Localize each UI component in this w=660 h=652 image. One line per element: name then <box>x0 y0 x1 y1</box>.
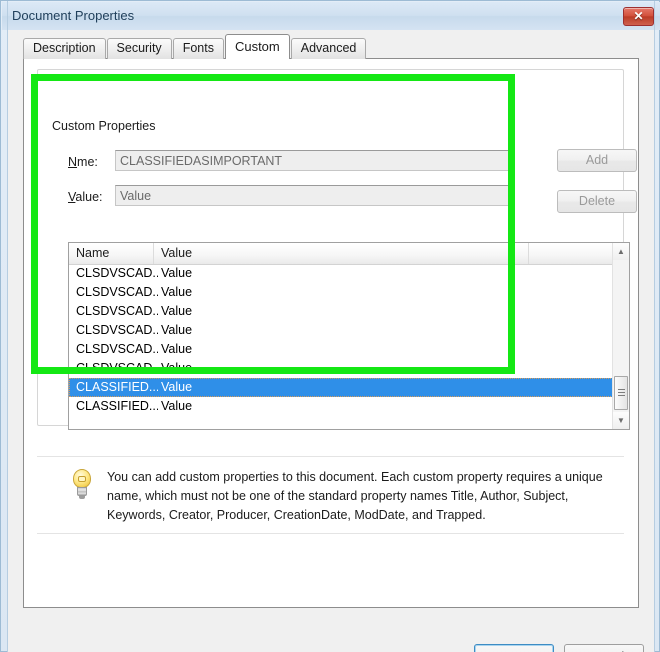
custom-properties-list[interactable]: Name Value CLSDVSCAD... Value CLSDVSCAD...… <box>68 242 630 430</box>
custom-properties-group-title: Custom Properties <box>49 119 159 133</box>
table-row[interactable]: CLSDVSCAD... Value <box>69 283 615 302</box>
cell-name: CLASSIFIED... <box>76 380 158 394</box>
cell-value: Value <box>161 285 193 299</box>
lightbulb-filament <box>78 476 86 482</box>
name-field-label: Nme: <box>68 155 98 169</box>
scrollbar-grip-icon <box>618 389 625 397</box>
list-rows: CLSDVSCAD... Value CLSDVSCAD... Value CLSDVS… <box>69 264 615 429</box>
scroll-up-arrow-icon[interactable]: ▲ <box>613 243 629 260</box>
table-row[interactable]: CLSDVSCAD... Value <box>69 340 615 359</box>
cell-value: Value <box>161 266 193 280</box>
table-row[interactable]: CLASSIFIED... Value <box>69 397 615 416</box>
cell-name: CLSDVSCAD... <box>76 342 158 356</box>
close-icon: ✕ <box>633 9 644 23</box>
tab-panel-custom: Custom Properties Nme: Value: Add Delete… <box>23 58 639 608</box>
value-input[interactable] <box>115 185 511 206</box>
list-header: Name Value <box>69 243 615 265</box>
info-text: You can add custom properties to this do… <box>107 470 603 522</box>
cell-name: CLSDVSCAD... <box>76 285 158 299</box>
cell-name: CLSDVSCAD... <box>76 361 158 375</box>
cell-value: Value <box>161 399 193 413</box>
window-title: Document Properties <box>12 8 135 23</box>
tab-advanced[interactable]: Advanced <box>290 38 367 59</box>
cell-value: Value <box>161 323 193 337</box>
column-header-filler <box>529 243 615 264</box>
cell-name: CLSDVSCAD... <box>76 304 158 318</box>
scrollbar-thumb[interactable] <box>614 376 628 410</box>
ok-button[interactable]: OK <box>474 644 554 652</box>
cell-value: Value <box>161 361 193 375</box>
tab-security[interactable]: Security <box>106 38 172 59</box>
table-row[interactable]: CLSDVSCAD... Value <box>69 264 615 283</box>
window-titlebar: Document Properties ✕ <box>2 2 660 30</box>
dialog-body: Description Security Fonts Custom Advanc… <box>8 30 654 652</box>
name-label-rest: me: <box>77 155 98 169</box>
cell-value: Value <box>161 304 193 318</box>
cell-name: CLSDVSCAD... <box>76 266 158 280</box>
list-scrollbar[interactable]: ▲ ▼ <box>612 243 629 429</box>
cell-name: CLSDVSCAD... <box>76 323 158 337</box>
document-properties-window: Document Properties ✕ Description Securi… <box>0 0 660 652</box>
screenshot-root: Document Properties ✕ Description Securi… <box>0 0 660 652</box>
tab-description[interactable]: Description <box>23 38 106 59</box>
tab-custom[interactable]: Custom <box>224 34 290 59</box>
tab-strip: Description Security Fonts Custom Advanc… <box>23 34 367 59</box>
table-row[interactable]: CLSDVSCAD... Value <box>69 302 615 321</box>
column-header-value[interactable]: Value <box>154 243 529 264</box>
close-button[interactable]: ✕ <box>623 7 654 26</box>
delete-button[interactable]: Delete <box>557 190 637 213</box>
lightbulb-icon <box>71 469 93 499</box>
scroll-down-arrow-icon[interactable]: ▼ <box>613 412 629 429</box>
info-panel: You can add custom properties to this do… <box>37 456 624 534</box>
name-input[interactable] <box>115 150 511 171</box>
value-field-label: Value: <box>68 190 103 204</box>
table-row[interactable]: CLASSIFIED... Value <box>69 378 615 397</box>
add-button[interactable]: Add <box>557 149 637 172</box>
lightbulb-base <box>77 487 87 496</box>
cancel-button[interactable]: Cancel <box>564 644 644 652</box>
cell-value: Value <box>161 380 193 394</box>
cell-value: Value <box>161 342 193 356</box>
tab-fonts[interactable]: Fonts <box>172 38 224 59</box>
lightbulb-tip <box>79 496 85 499</box>
table-row[interactable]: CLSDVSCAD... Value <box>69 359 615 378</box>
cell-name: CLASSIFIED... <box>76 399 158 413</box>
table-row[interactable]: CLSDVSCAD... Value <box>69 321 615 340</box>
column-header-name[interactable]: Name <box>69 243 154 264</box>
